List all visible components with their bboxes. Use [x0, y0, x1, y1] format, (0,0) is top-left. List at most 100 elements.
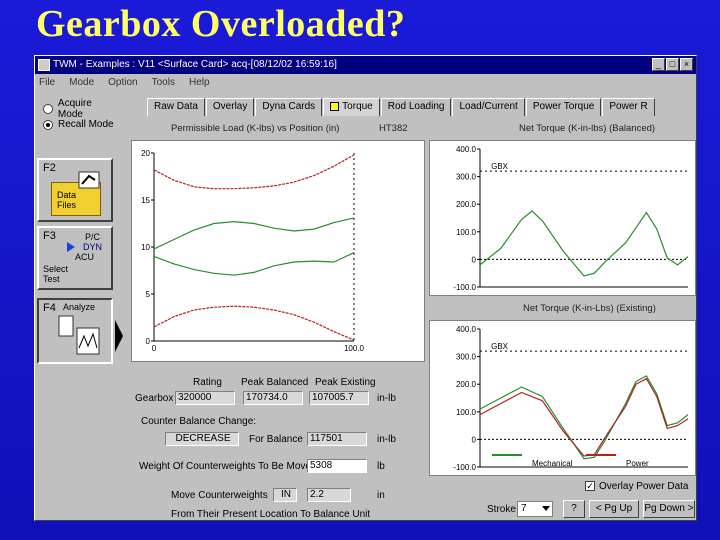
menu-help[interactable]: Help: [189, 75, 210, 91]
rating-header: Rating: [193, 377, 222, 388]
series-line: [153, 305, 355, 341]
move-label: Move Counterweights: [171, 490, 268, 501]
y-tick-label: 300.0: [456, 353, 477, 362]
tab-raw-data[interactable]: Raw Data: [147, 98, 205, 116]
menubar: File Mode Option Tools Help: [35, 75, 696, 91]
tab-torque[interactable]: Torque: [323, 98, 380, 116]
stroke-value: 7: [521, 503, 527, 514]
window-titlebar: TWM - Examples : V11 <Surface Card> acq-…: [35, 56, 696, 74]
data-files-label: Data Files: [57, 190, 77, 210]
gearbox-label: Gearbox: [135, 393, 174, 404]
right-top-chart-svg: 400.0 300.0 200.0 100.0 0 -100.0 GBX: [453, 145, 689, 292]
active-tab-marker: [330, 101, 340, 111]
for-balance-label: For Balance: [249, 434, 303, 445]
window-title: TWM - Examples : V11 <Surface Card> acq-…: [53, 59, 337, 70]
stroke-select[interactable]: 7: [517, 501, 553, 517]
page-down-button[interactable]: Pg Down >: [643, 500, 695, 518]
gearbox-panel: Rating Peak Balanced Peak Existing Gearb…: [131, 372, 431, 520]
y-tick-label: 300.0: [456, 173, 477, 182]
app-window: TWM - Examples : V11 <Surface Card> acq-…: [34, 55, 697, 521]
y-tick-label: 200.0: [456, 200, 477, 209]
tab-rod-loading[interactable]: Rod Loading: [380, 98, 452, 116]
y-tick-label: 10: [141, 243, 150, 252]
y-tick-label: -100.0: [453, 463, 476, 472]
f3-key-label: F3: [43, 230, 56, 242]
chevron-down-icon: [542, 506, 550, 511]
left-chart-tag: HT382: [379, 123, 408, 134]
stroke-label: Stroke: [487, 504, 516, 515]
overlay-power-label: Overlay Power Data: [599, 481, 689, 492]
series-line: [153, 217, 355, 250]
menu-file[interactable]: File: [39, 75, 55, 91]
tab-load-current[interactable]: Load/Current: [452, 98, 525, 116]
legend-label-power: Power: [626, 459, 649, 468]
right-top-chart-title: Net Torque (K-in-lbs) (Balanced): [519, 123, 656, 134]
counter-balance-heading: Counter Balance Change:: [141, 416, 257, 427]
radio-dot: [43, 104, 53, 114]
move-footer-text: From Their Present Location To Balance U…: [171, 509, 371, 520]
dyn-label: DYN: [83, 242, 103, 252]
peak-existing-header: Peak Existing: [315, 377, 376, 388]
y-tick-label: 100.0: [456, 228, 477, 237]
right-bottom-chart-svg: 400.0 300.0 200.0 100.0 0 -100.0 GBX Mechanical…: [453, 325, 689, 472]
recall-mode-label: Recall Mode: [58, 119, 114, 130]
right-bottom-chart: 400.0 300.0 200.0 100.0 0 -100.0 GBX Mechanical…: [429, 320, 696, 476]
y-tick-label: 20: [141, 149, 150, 158]
left-chart-title: Permissible Load (K-lbs) vs Position (in…: [171, 123, 340, 134]
arrow-right-icon: [67, 242, 75, 252]
tab-torque-label: Torque: [342, 101, 373, 112]
f2-key-label: F2: [43, 162, 56, 174]
tab-power-torque[interactable]: Power Torque: [525, 98, 602, 116]
select-test-label: Select Test: [43, 264, 69, 284]
page-up-button[interactable]: < Pg Up: [589, 500, 639, 518]
tab-dyna-cards[interactable]: Dyna Cards: [255, 98, 323, 116]
gearbox-unit: in-lb: [377, 393, 396, 404]
f4-analyze-button[interactable]: F4 Analyze: [37, 298, 113, 364]
close-button[interactable]: ×: [680, 58, 693, 71]
help-button[interactable]: ?: [563, 500, 585, 518]
right-bottom-chart-title: Net Torque (K-in-Lbs) (Existing): [523, 303, 656, 314]
y-tick-label: 100.0: [456, 408, 477, 417]
current-selection-arrow-icon: [115, 320, 123, 352]
f3-select-test-button[interactable]: F3 P/C DYN ACU Select Test: [37, 226, 113, 290]
move-unit: in: [377, 490, 385, 501]
pump-icon: [78, 171, 100, 189]
tab-overlay[interactable]: Overlay: [205, 98, 255, 116]
maximize-button[interactable]: □: [666, 58, 679, 71]
left-chart-svg: 20 15 10 5 00 100.0: [141, 149, 365, 353]
series-line: [153, 252, 355, 276]
recall-mode-radio[interactable]: Recall Mode: [43, 119, 114, 130]
x-tick-label: 0: [152, 344, 157, 353]
series-line: [479, 375, 689, 460]
peak-balanced-header: Peak Balanced: [241, 377, 309, 388]
app-icon: [38, 59, 50, 71]
left-panel: Acquire Mode Recall Mode F2 Data Files F…: [35, 92, 119, 520]
tab-power-r[interactable]: Power R: [602, 98, 655, 116]
overlay-power-checkbox[interactable]: ✓: [585, 481, 595, 491]
menu-tools[interactable]: Tools: [152, 75, 175, 91]
analyze-chart-icon: [58, 315, 100, 355]
y-tick-label: 400.0: [456, 145, 477, 154]
left-chart: 20 15 10 5 0 0 100.0: [131, 140, 425, 362]
rating-value: 320000: [175, 391, 235, 405]
y-tick-label: 0: [146, 337, 151, 346]
peak-existing-value: 107005.7: [309, 391, 369, 405]
peak-balanced-value: 170734.0: [243, 391, 303, 405]
menu-mode[interactable]: Mode: [69, 75, 94, 91]
y-tick-label: 0: [472, 255, 477, 264]
acquire-mode-radio[interactable]: Acquire Mode: [43, 98, 119, 120]
weight-unit: lb: [377, 461, 385, 472]
x-tick-label: 100.0: [344, 344, 365, 353]
weight-label: Weight Of Counterweights To Be Moved: [139, 461, 317, 472]
radio-dot-selected: [43, 119, 53, 130]
minimize-button[interactable]: _: [652, 58, 665, 71]
for-balance-value: 117501: [307, 432, 367, 446]
y-tick-label: 0: [472, 435, 477, 444]
weight-value[interactable]: 5308: [307, 459, 367, 473]
gbx-label: GBX: [491, 342, 509, 351]
acu-label: ACU: [75, 252, 95, 262]
menu-option[interactable]: Option: [108, 75, 137, 91]
move-distance-value: 2.2: [307, 488, 351, 502]
change-direction-value: DECREASE: [165, 432, 239, 446]
f2-data-files-button[interactable]: F2 Data Files: [37, 158, 113, 222]
